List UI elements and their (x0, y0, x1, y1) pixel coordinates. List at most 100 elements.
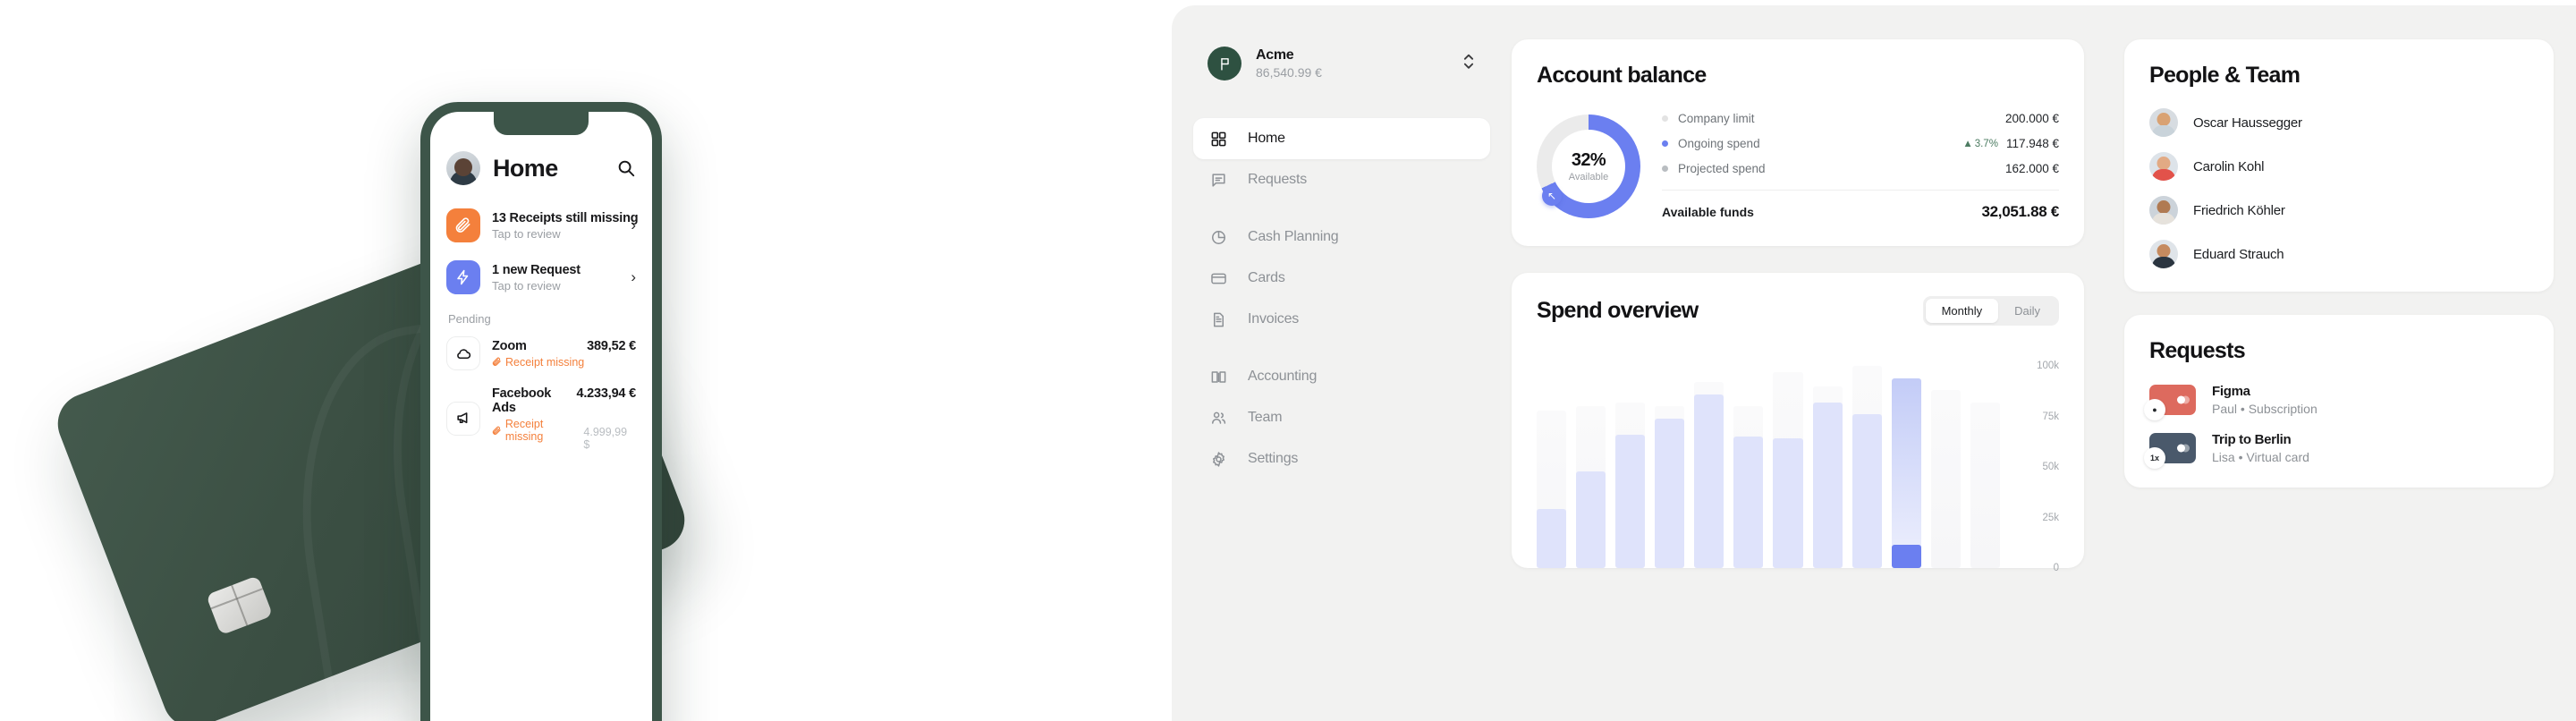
alert-row-request[interactable]: 1 new Request Tap to review › (446, 260, 636, 294)
pie-chart-icon (1209, 228, 1228, 247)
donut-handle-icon[interactable]: ↖ (1542, 186, 1562, 206)
chart-bar[interactable] (1812, 366, 1843, 568)
hero-illustration: moss Home (0, 0, 1172, 721)
people-icon (1209, 409, 1228, 428)
receipt-missing-badge: Receipt missing (492, 418, 583, 443)
person-name: Oscar Haussegger (2193, 115, 2302, 131)
tab-daily[interactable]: Daily (1998, 299, 2056, 323)
card-title: Requests (2149, 338, 2246, 363)
tab-monthly[interactable]: Monthly (1925, 299, 1999, 323)
donut-center: 32% Available (1552, 130, 1625, 203)
spend-overview-card: Spend overview Monthly Daily 100k 75k 50k 2… (1512, 273, 2084, 573)
available-funds-value: 32,051.88 € (1981, 203, 2059, 220)
chart-bar-track (1970, 402, 2000, 568)
chart-bar[interactable] (1773, 366, 1803, 568)
transaction-name: Zoom (492, 338, 527, 353)
receipt-missing-label: Receipt missing (505, 355, 585, 369)
search-icon[interactable] (616, 158, 636, 178)
message-icon (1209, 171, 1228, 190)
flag-icon (1208, 47, 1241, 81)
donut-label: Available (1568, 172, 1609, 182)
transaction-name: Facebook Ads (492, 386, 552, 415)
chart-bar-fill (1733, 437, 1764, 568)
chart-plot-area (1537, 366, 2012, 568)
alert-title: 1 new Request (492, 262, 580, 277)
list-item[interactable]: Oscar Haussegger (2149, 108, 2529, 137)
legend-value: 200.000 € (2004, 112, 2059, 125)
phone-notch (494, 112, 589, 135)
chart-bar-track (1930, 390, 1961, 568)
chart-bar[interactable] (1930, 366, 1961, 568)
sidebar-item-team[interactable]: Team (1193, 397, 1490, 438)
sidebar-item-invoices[interactable]: Invoices (1193, 299, 1490, 340)
transaction-amount: 389,52 € (587, 338, 636, 353)
chart-bar[interactable] (1733, 366, 1764, 568)
requests-card: Requests ● Figma Paul • Subscription 1x … (2124, 315, 2554, 488)
chart-bar[interactable] (1891, 366, 1921, 568)
list-item[interactable]: ● Figma Paul • Subscription (2144, 384, 2529, 420)
transaction-row[interactable]: Facebook Ads 4.233,94 € Receipt missing … (446, 386, 636, 451)
multiplier-badge: 1x (2144, 447, 2165, 469)
chart-y-tick: 25k (2042, 512, 2059, 523)
phone-header: Home (446, 151, 636, 185)
spend-bar-chart: 100k 75k 50k 25k 0 (1537, 360, 2059, 573)
paperclip-icon (446, 208, 480, 242)
period-toggle[interactable]: Monthly Daily (1922, 296, 2059, 326)
chart-bar[interactable] (1694, 366, 1724, 568)
org-balance: 86,540.99 € (1256, 65, 1322, 80)
legend-delta: ▲ 3.7% (1962, 138, 1998, 149)
transaction-amount: 4.233,94 € (576, 386, 636, 401)
alert-subtitle: Tap to review (492, 278, 561, 293)
org-switcher[interactable]: Acme 86,540.99 € (1193, 47, 1490, 81)
alert-title: 13 Receipts still missing (492, 210, 639, 225)
chart-bar-fill (1655, 418, 1685, 568)
chart-bar[interactable] (1852, 366, 1882, 568)
sidebar-item-settings[interactable]: Settings (1193, 438, 1490, 479)
cloud-icon (446, 336, 480, 370)
request-title: Figma (2212, 384, 2250, 399)
legend-dot (1662, 140, 1668, 147)
card-icon (1209, 269, 1228, 288)
legend-label: Ongoing spend (1678, 137, 1760, 150)
chevron-updown-icon[interactable] (1460, 49, 1478, 78)
list-item[interactable]: 1x Trip to Berlin Lisa • Virtual card (2144, 432, 2529, 469)
sidebar-item-home[interactable]: Home (1193, 118, 1490, 159)
person-name: Carolin Kohl (2193, 158, 2265, 174)
chart-bar[interactable] (1576, 366, 1606, 568)
avatar (2149, 152, 2178, 181)
receipt-missing-label: Receipt missing (504, 418, 544, 443)
sidebar-item-label: Accounting (1248, 369, 1318, 384)
avatar (2149, 108, 2178, 137)
chart-bar[interactable] (1655, 366, 1685, 568)
card-title: Account balance (1537, 63, 1707, 88)
sidebar-item-label: Cards (1248, 270, 1285, 285)
legend-delta-value: 3.7% (1974, 138, 1998, 149)
sidebar-divider-gap (1193, 200, 1490, 216)
virtual-card-thumb: 1x (2144, 433, 2196, 469)
alert-row-receipts[interactable]: 13 Receipts still missing Tap to review … (446, 208, 639, 242)
card-title: Spend overview (1537, 298, 1699, 323)
sidebar-item-label: Cash Planning (1248, 229, 1339, 244)
chart-bar[interactable] (1537, 366, 1567, 568)
list-item[interactable]: Eduard Strauch (2149, 240, 2529, 268)
document-icon (1209, 310, 1228, 329)
sidebar-item-accounting[interactable]: Accounting (1193, 356, 1490, 397)
sidebar-item-cash-planning[interactable]: Cash Planning (1193, 216, 1490, 258)
chart-y-tick: 100k (2037, 360, 2059, 371)
sidebar-divider-gap (1193, 340, 1490, 356)
chart-bar[interactable] (1615, 366, 1646, 568)
chart-bar-fill (1615, 434, 1646, 568)
list-item[interactable]: Friedrich Köhler (2149, 196, 2529, 225)
list-item[interactable]: Carolin Kohl (2149, 152, 2529, 181)
person-name: Eduard Strauch (2193, 246, 2284, 262)
receipt-missing-badge: Receipt missing (492, 356, 584, 369)
legend-value: 162.000 € (2004, 162, 2059, 175)
balance-donut-chart: 32% Available ↖ (1537, 115, 1640, 218)
chart-bar[interactable] (1970, 366, 2000, 568)
chart-bar-fill (1812, 402, 1843, 568)
transaction-row[interactable]: Zoom 389,52 € Receipt missing (446, 336, 636, 370)
sidebar-item-cards[interactable]: Cards (1193, 258, 1490, 299)
sidebar-item-label: Home (1248, 131, 1285, 146)
sidebar-item-label: Invoices (1248, 311, 1300, 327)
sidebar-item-requests[interactable]: Requests (1193, 159, 1490, 200)
